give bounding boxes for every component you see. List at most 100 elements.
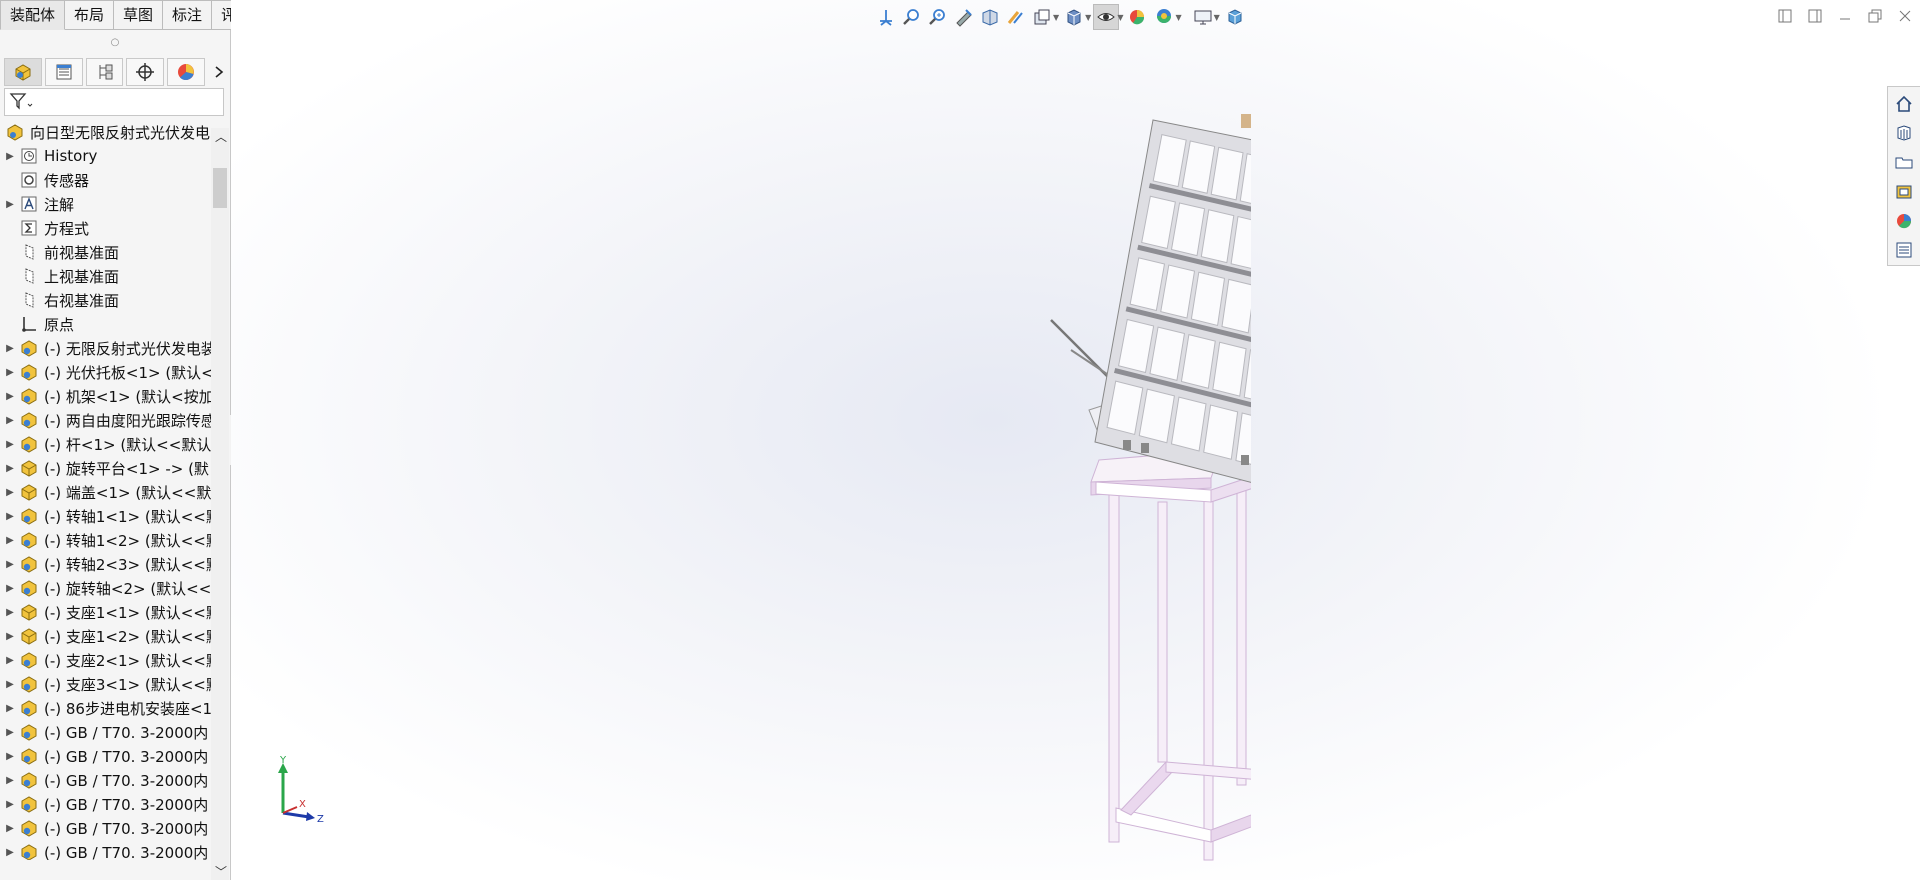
tree-item[interactable]: ▶ (-) 旋转平台<1> -> (默 [0, 456, 212, 480]
close-button[interactable] [1890, 4, 1920, 28]
command-tab[interactable]: 装配体 [0, 0, 66, 30]
expand-arrow-icon[interactable]: ▶ [0, 607, 20, 618]
expand-arrow-icon[interactable]: ▶ [0, 799, 20, 810]
tree-item[interactable]: ▶ (-) GB / T70. 3-2000内 [0, 792, 212, 816]
expand-arrow-icon[interactable]: ▶ [0, 559, 20, 570]
expand-arrow-icon[interactable]: ▶ [0, 703, 20, 714]
expand-arrow-icon[interactable]: ▶ [0, 655, 20, 666]
graphics-area[interactable]: ▼ ▼ ▼ ▼ ▼ Y X Z [231, 0, 1920, 880]
expand-arrow-icon[interactable]: ▶ [0, 631, 20, 642]
tree-item[interactable]: 方程式 [0, 216, 212, 240]
tile-left-button[interactable] [1770, 4, 1800, 28]
home-tab[interactable] [1890, 90, 1918, 117]
configurationmanager-tab[interactable] [85, 58, 124, 86]
expand-arrow-icon[interactable]: ▶ [0, 727, 20, 738]
dropdown-arrow-icon[interactable]: ▼ [1053, 13, 1059, 22]
tree-item[interactable]: ▶ 注解 [0, 192, 212, 216]
previous-view-button[interactable] [951, 4, 977, 30]
monitor-button[interactable] [1190, 4, 1216, 30]
tree-item[interactable]: ▶ (-) GB / T70. 3-2000内 [0, 768, 212, 792]
dimxpert-tab[interactable] [126, 58, 165, 86]
command-tab[interactable]: 草图 [114, 0, 164, 30]
tree-item[interactable]: ▶ (-) 转轴1<2> (默认<<默 [0, 528, 212, 552]
expand-arrow-icon[interactable]: ▶ [0, 463, 20, 474]
expand-arrow-icon[interactable]: ▶ [0, 199, 20, 210]
view-settings-button[interactable] [1029, 4, 1055, 30]
tree-item[interactable]: ▶ (-) 转轴1<1> (默认<<默 [0, 504, 212, 528]
tree-item[interactable]: 原点 [0, 312, 212, 336]
tree-item[interactable]: 传感器 [0, 168, 212, 192]
zoom-to-fit-button[interactable] [899, 4, 925, 30]
more-tabs-chevron-icon[interactable] [208, 58, 230, 86]
view-palette-tab[interactable] [1890, 178, 1918, 205]
expand-arrow-icon[interactable]: ▶ [0, 535, 20, 546]
solar-assembly-model[interactable] [831, 110, 1251, 870]
tree-item[interactable]: ▶ (-) 两自由度阳光跟踪传感 [0, 408, 212, 432]
expand-arrow-icon[interactable]: ▶ [0, 343, 20, 354]
tree-item[interactable]: ▶ (-) 支座2<1> (默认<<默 [0, 648, 212, 672]
expand-arrow-icon[interactable]: ▶ [0, 391, 20, 402]
tree-item[interactable]: ▶ (-) 支座1<1> (默认<<默 [0, 600, 212, 624]
tree-item[interactable]: ▶ (-) GB / T70. 3-2000内 [0, 744, 212, 768]
propertymanager-tab[interactable] [44, 58, 83, 86]
command-tab[interactable]: 布局 [65, 0, 115, 30]
tree-item[interactable]: ▶ (-) 无限反射式光伏发电装 [0, 336, 212, 360]
tree-item[interactable]: 右视基准面 [0, 288, 212, 312]
custom-properties-tab[interactable] [1890, 237, 1918, 264]
display-style-button[interactable] [1061, 4, 1087, 30]
panel-grip[interactable]: ○ [0, 30, 230, 56]
expand-arrow-icon[interactable]: ▶ [0, 511, 20, 522]
tree-root[interactable]: 向日型无限反射式光伏发电 [0, 120, 212, 144]
zoom-to-area-button[interactable] [925, 4, 951, 30]
expand-arrow-icon[interactable]: ▶ [0, 679, 20, 690]
tree-item[interactable]: ▶ (-) 机架<1> (默认<按加 [0, 384, 212, 408]
hide-show-button[interactable] [1093, 4, 1120, 30]
minimize-button[interactable] [1830, 4, 1860, 28]
tree-item[interactable]: ▶ (-) 86步进电机安装座<1 [0, 696, 212, 720]
3d-cube-button[interactable] [1222, 4, 1248, 30]
view-orientation-button[interactable] [873, 4, 899, 30]
tile-right-button[interactable] [1800, 4, 1830, 28]
expand-arrow-icon[interactable]: ▶ [0, 751, 20, 762]
section-view-button[interactable] [977, 4, 1003, 30]
dynamic-annotation-button[interactable] [1003, 4, 1029, 30]
apply-scene-button[interactable] [1151, 4, 1177, 30]
tree-item[interactable]: ▶ (-) 旋转轴<2> (默认<< [0, 576, 212, 600]
tree-filter-input[interactable] [4, 88, 224, 116]
expand-arrow-icon[interactable]: ▶ [0, 823, 20, 834]
tree-item[interactable]: ▶ (-) GB / T70. 3-2000内 [0, 816, 212, 840]
tree-item[interactable]: ▶ (-) 支座1<2> (默认<<默 [0, 624, 212, 648]
tree-item[interactable]: ▶ (-) 转轴2<3> (默认<<默 [0, 552, 212, 576]
tree-item[interactable]: ▶ History [0, 144, 212, 168]
scroll-down-icon[interactable]: ﹀ [215, 863, 227, 880]
scroll-thumb[interactable] [213, 168, 227, 208]
tree-item[interactable]: 前视基准面 [0, 240, 212, 264]
file-explorer-tab[interactable] [1890, 149, 1918, 176]
expand-arrow-icon[interactable]: ▶ [0, 583, 20, 594]
expand-arrow-icon[interactable]: ▶ [0, 151, 20, 162]
expand-arrow-icon[interactable]: ▶ [0, 775, 20, 786]
tree-item[interactable]: ▶ (-) GB / T70. 3-2000内 [0, 840, 212, 860]
expand-arrow-icon[interactable]: ▶ [0, 415, 20, 426]
dropdown-arrow-icon[interactable]: ▼ [1085, 13, 1091, 22]
scroll-up-icon[interactable]: ︿ [215, 128, 227, 145]
tree-vertical-scrollbar[interactable]: ︿ ﹀ [211, 128, 229, 880]
dropdown-arrow-icon[interactable]: ▼ [1214, 13, 1220, 22]
edit-appearance-button[interactable] [1125, 4, 1151, 30]
expand-arrow-icon[interactable]: ▶ [0, 847, 20, 858]
tree-item[interactable]: ▶ (-) 支座3<1> (默认<<默 [0, 672, 212, 696]
display-manager-tab[interactable] [167, 58, 206, 86]
expand-arrow-icon[interactable]: ▶ [0, 439, 20, 450]
appearances-tab[interactable] [1890, 207, 1918, 234]
expand-arrow-icon[interactable]: ▶ [0, 367, 20, 378]
restore-button[interactable] [1860, 4, 1890, 28]
tree-item[interactable]: ▶ (-) 光伏托板<1> (默认< [0, 360, 212, 384]
dropdown-arrow-icon[interactable]: ▼ [1117, 13, 1123, 22]
featuremanager-tab[interactable] [4, 58, 42, 86]
resources-tab[interactable] [1890, 119, 1918, 146]
dropdown-arrow-icon[interactable]: ▼ [1175, 13, 1181, 22]
tree-item[interactable]: 上视基准面 [0, 264, 212, 288]
command-tab[interactable]: 标注 [163, 0, 213, 30]
expand-arrow-icon[interactable]: ▶ [0, 487, 20, 498]
tree-item[interactable]: ▶ (-) 端盖<1> (默认<<默 [0, 480, 212, 504]
